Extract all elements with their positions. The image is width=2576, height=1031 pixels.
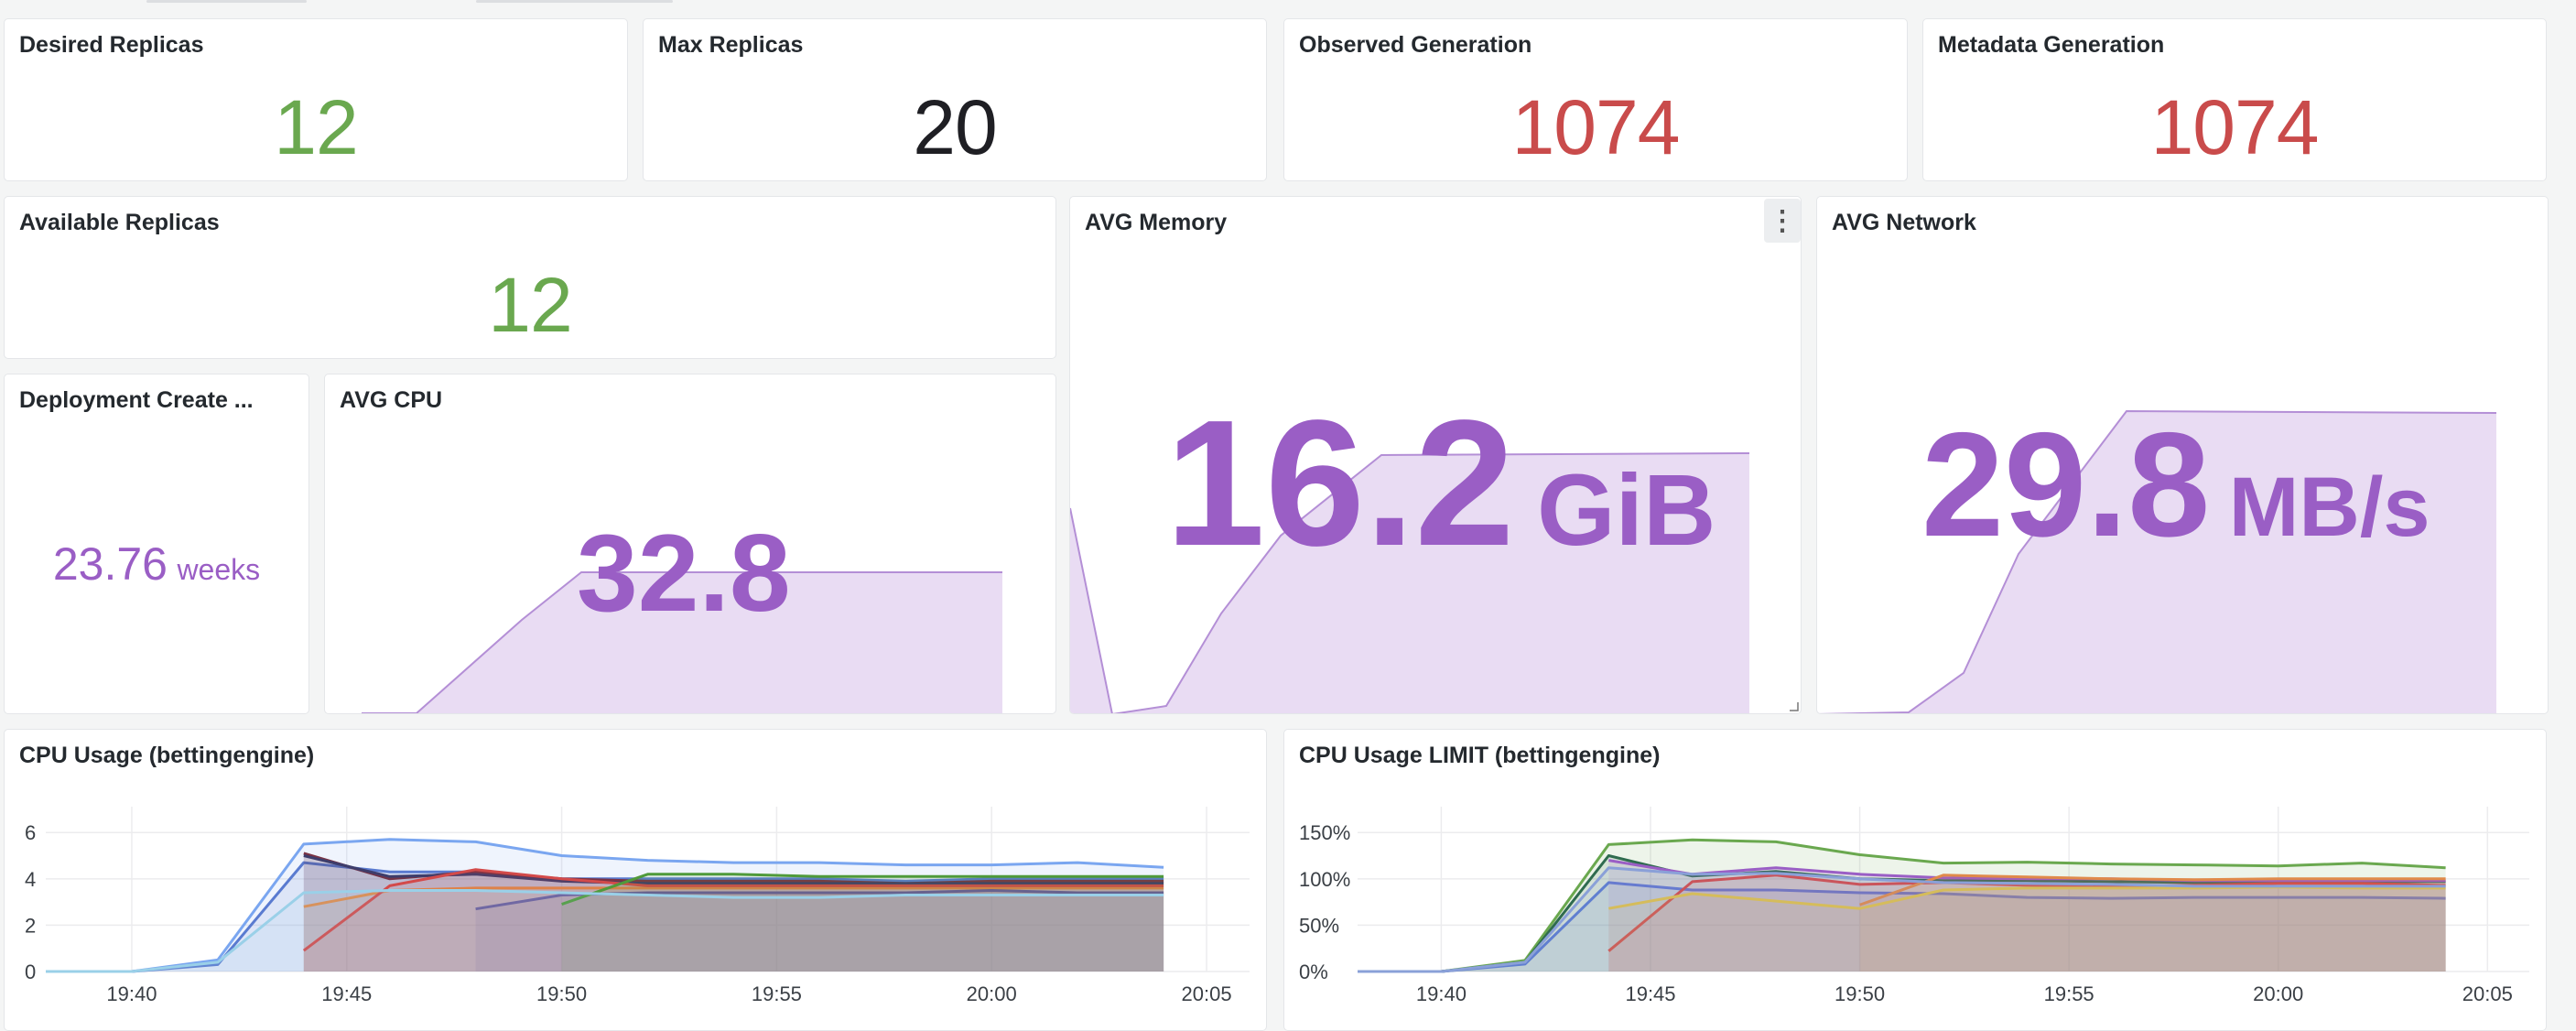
panel-title: AVG Network [1832, 210, 1976, 235]
panel-title: AVG Memory [1085, 210, 1228, 235]
panel-title: Desired Replicas [19, 32, 204, 58]
x-tick-label: 19:40 [1416, 982, 1467, 1005]
toolbar-tab[interactable] [476, 0, 673, 3]
cpu-usage-limit-chart: 0% 50% 100% 150% 19:40 19:45 19:50 19:55 20:00 20… [1299, 807, 2529, 1005]
stat-value: 1074 [2150, 84, 2320, 170]
panel-title: Observed Generation [1299, 32, 1532, 58]
stat-value: 1074 [1511, 84, 1681, 170]
y-tick-label: 100% [1299, 868, 1350, 891]
x-tick-label: 19:50 [536, 982, 587, 1005]
resize-handle-icon[interactable] [1788, 700, 1799, 711]
panel-title: Available Replicas [19, 210, 220, 235]
stat-value: 16.2 [1165, 383, 1515, 583]
x-tick-label: 19:45 [1625, 982, 1675, 1005]
stat-value: 20 [913, 84, 997, 170]
y-tick-label: 50% [1299, 914, 1339, 937]
panel-avg-memory[interactable]: AVG Memory ⋮ 16.2 GiB [1069, 196, 1802, 714]
stat-value-group: 29.8 MB/s [1921, 400, 2430, 570]
y-tick-label: 6 [25, 821, 36, 844]
toolbar-tab[interactable] [146, 0, 307, 3]
top-toolbar-strip [0, 0, 2576, 15]
stat-value: 29.8 [1921, 402, 2211, 568]
panel-metadata-generation[interactable]: Metadata Generation 1074 [1922, 18, 2547, 181]
x-tick-label: 19:55 [752, 982, 802, 1005]
y-tick-label: 150% [1299, 821, 1350, 844]
stat-value: 12 [274, 84, 358, 170]
x-tick-label: 20:05 [2462, 982, 2513, 1005]
panel-desired-replicas[interactable]: Desired Replicas 12 [4, 18, 628, 181]
x-tick-label: 20:00 [2253, 982, 2303, 1005]
cpu-usage-chart: 0 2 4 6 19:40 19:45 19:50 19:55 20:00 20:05 [25, 807, 1250, 1005]
panel-cpu-usage-limit[interactable]: CPU Usage LIMIT (bettingengine) 0% 50% 100… [1283, 729, 2547, 1031]
panel-cpu-usage[interactable]: CPU Usage (bettingengine) 0 2 4 6 19:40 19:45… [4, 729, 1267, 1031]
panel-title: Metadata Generation [1938, 32, 2165, 58]
panel-title: Max Replicas [658, 32, 804, 58]
y-tick-label: 0% [1299, 960, 1328, 983]
panel-available-replicas[interactable]: Available Replicas 12 [4, 196, 1056, 359]
stat-value: 12 [488, 262, 572, 348]
x-tick-label: 19:45 [321, 982, 372, 1005]
panel-observed-generation[interactable]: Observed Generation 1074 [1283, 18, 1908, 181]
y-tick-label: 2 [25, 914, 36, 937]
panel-avg-network[interactable]: AVG Network 29.8 MB/s [1816, 196, 2549, 714]
panel-title: Deployment Create ... [19, 387, 254, 413]
panel-title: AVG CPU [340, 387, 443, 413]
x-tick-label: 19:55 [2044, 982, 2094, 1005]
more-vertical-icon[interactable]: ⋮ [1764, 199, 1801, 243]
stat-unit: weeks [177, 553, 261, 586]
stat-value: 23.76 [52, 538, 168, 590]
x-tick-label: 20:00 [967, 982, 1017, 1005]
stat-unit: MB/s [2228, 461, 2430, 554]
stat-value: 32.8 [577, 512, 791, 635]
x-tick-label: 19:40 [106, 982, 157, 1005]
x-tick-label: 19:50 [1835, 982, 1885, 1005]
y-tick-label: 0 [25, 960, 36, 983]
stat-unit: GiB [1536, 454, 1716, 567]
y-tick-label: 4 [25, 868, 36, 891]
panel-avg-cpu[interactable]: AVG CPU 32.8 [324, 374, 1056, 714]
x-tick-label: 20:05 [1182, 982, 1232, 1005]
stat-value-group: 23.76 weeks [5, 537, 308, 591]
panel-deployment-create[interactable]: Deployment Create ... 23.76 weeks [4, 374, 309, 714]
panel-max-replicas[interactable]: Max Replicas 20 [643, 18, 1267, 181]
stat-value-group: 16.2 GiB [1165, 380, 1716, 586]
